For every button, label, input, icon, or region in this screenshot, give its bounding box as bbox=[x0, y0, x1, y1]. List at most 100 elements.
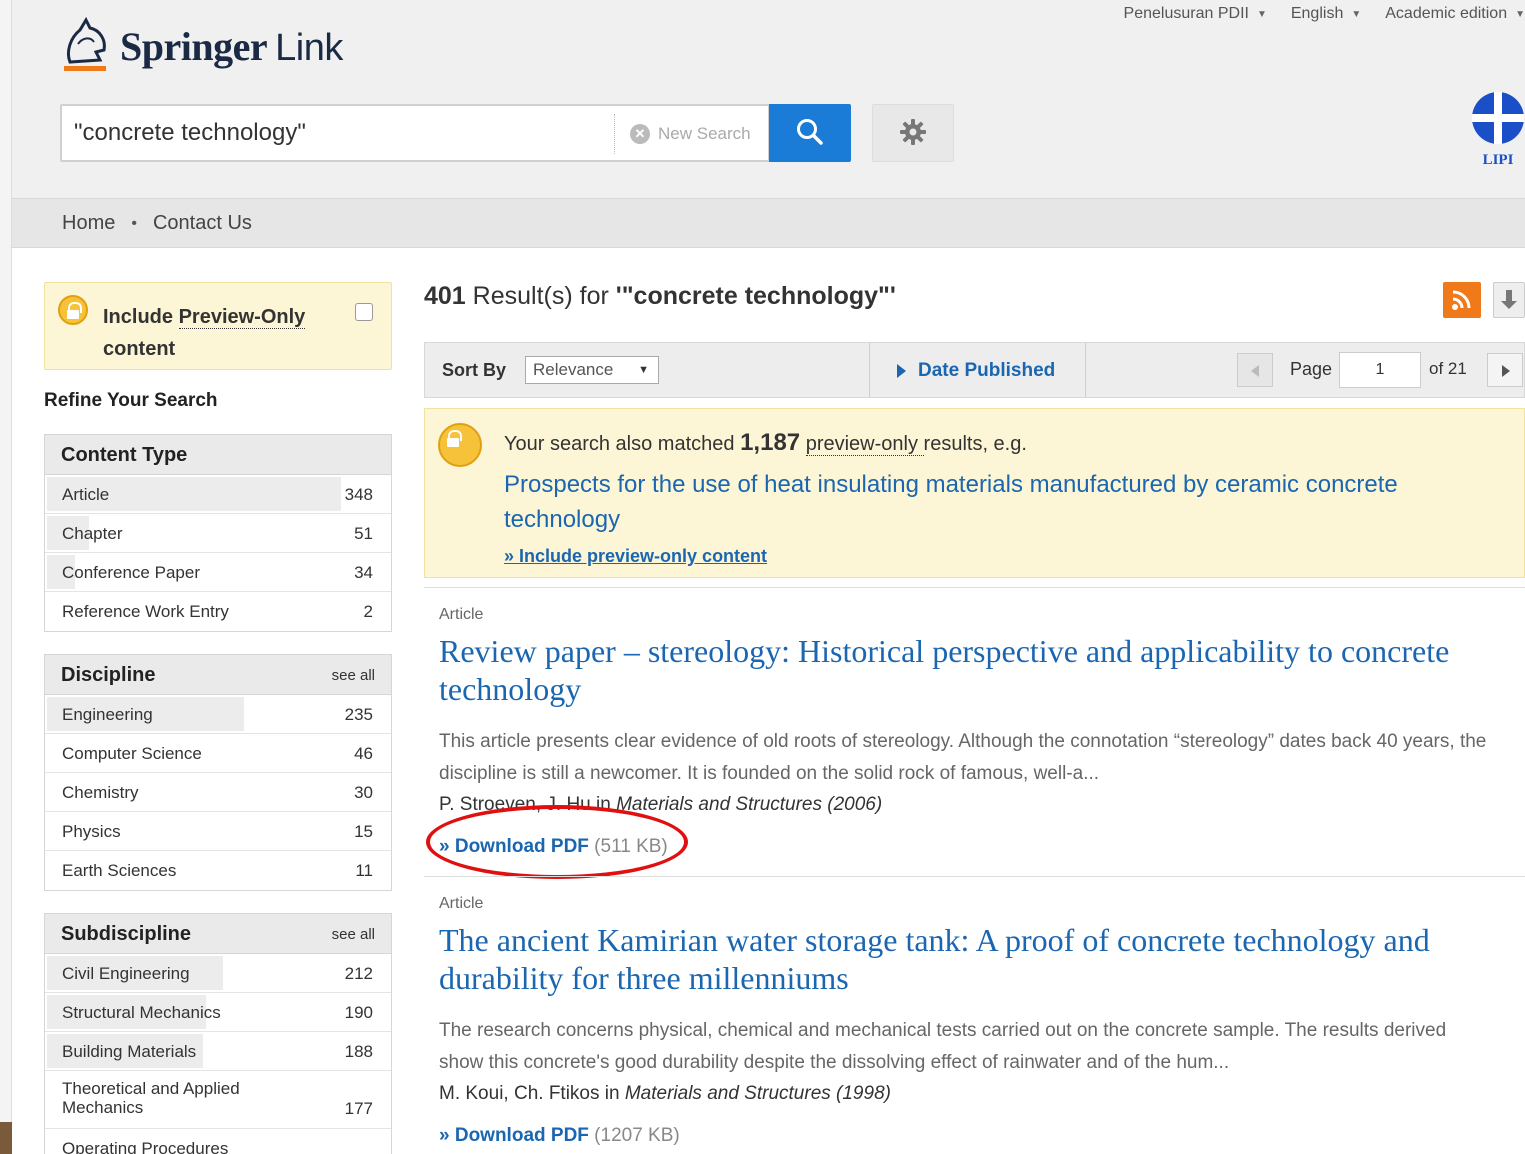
nav-contact-us[interactable]: Contact Us bbox=[153, 212, 252, 235]
result-title-link[interactable]: Review paper – stereology: Historical pe… bbox=[439, 632, 1489, 708]
preview-only-match-box: Your search also matched 1,187 preview-o… bbox=[424, 408, 1525, 578]
facet-content-type: Content Type Article 348 Chapter 51 Confer… bbox=[44, 434, 392, 632]
facet-subdiscipline: Subdiscipline see all Civil Engineering 21… bbox=[44, 913, 392, 1154]
facet-count: 348 bbox=[344, 485, 373, 504]
facet-item-conference-paper[interactable]: Conference Paper 34 bbox=[45, 553, 391, 592]
rss-button[interactable] bbox=[1443, 282, 1481, 318]
window-left-edge bbox=[0, 0, 12, 1154]
include-preview-toggle-box: Include Preview-Only content bbox=[44, 282, 392, 370]
download-pdf-link[interactable]: » Download PDF bbox=[439, 1125, 589, 1146]
result-journal[interactable]: Materials and Structures (1998) bbox=[625, 1083, 891, 1104]
see-all-link[interactable]: see all bbox=[332, 926, 375, 943]
logo-main: Springer bbox=[120, 23, 268, 69]
facet-name: Chapter bbox=[62, 524, 123, 543]
preview-match-prefix: Your search also matched bbox=[504, 433, 741, 455]
result-journal[interactable]: Materials and Structures (2006) bbox=[616, 794, 882, 815]
facet-item-article[interactable]: Article 348 bbox=[45, 475, 391, 514]
lipi-logo: LIPI bbox=[1468, 90, 1525, 170]
facet-item-computer-science[interactable]: Computer Science 46 bbox=[45, 734, 391, 773]
institution-menu[interactable]: Penelusuran PDII ▼ bbox=[1124, 5, 1267, 23]
facet-count: 46 bbox=[354, 744, 373, 763]
page-total: of 21 bbox=[1429, 359, 1467, 378]
results-count: 401 bbox=[424, 282, 466, 310]
result-snippet: This article presents clear evidence of … bbox=[439, 731, 1487, 784]
springer-logo[interactable]: Springer Link bbox=[60, 16, 343, 76]
chevron-down-icon: ▼ bbox=[1256, 8, 1267, 20]
download-results-button[interactable] bbox=[1493, 282, 1525, 318]
search-input[interactable] bbox=[74, 118, 594, 148]
see-all-link[interactable]: see all bbox=[332, 667, 375, 684]
preview-match-suffix: results, e.g. bbox=[923, 433, 1027, 455]
nav-home[interactable]: Home bbox=[62, 212, 115, 235]
clear-icon: ✕ bbox=[630, 124, 650, 144]
preview-label-suffix: content bbox=[103, 338, 176, 360]
facet-item-civil-engineering[interactable]: Civil Engineering 212 bbox=[45, 954, 391, 993]
edition-menu[interactable]: Academic edition ▼ bbox=[1385, 5, 1525, 23]
lipi-emblem-icon: LIPI bbox=[1472, 92, 1524, 168]
facet-count: 188 bbox=[344, 1042, 373, 1061]
prev-page-button[interactable] bbox=[1237, 353, 1273, 387]
facet-item-chapter[interactable]: Chapter 51 bbox=[45, 514, 391, 553]
arrow-left-icon bbox=[1251, 365, 1259, 377]
horse-head-icon bbox=[64, 16, 106, 71]
new-search-label: New Search bbox=[658, 124, 751, 143]
facet-item-physics[interactable]: Physics 15 bbox=[45, 812, 391, 851]
search-box: ✕ New Search bbox=[60, 104, 770, 162]
page-number-input[interactable] bbox=[1339, 352, 1421, 388]
facet-item-building-materials[interactable]: Building Materials 188 bbox=[45, 1032, 391, 1071]
edition-label: Academic edition bbox=[1385, 5, 1508, 22]
facet-item-structural-mechanics[interactable]: Structural Mechanics 190 bbox=[45, 993, 391, 1032]
date-published-label: Date Published bbox=[918, 360, 1056, 381]
preview-match-text: Your search also matched 1,187 preview-o… bbox=[504, 429, 1027, 457]
include-preview-link[interactable]: » Include preview-only content bbox=[504, 546, 767, 567]
language-label: English bbox=[1290, 5, 1344, 22]
facet-count: 30 bbox=[354, 783, 373, 802]
sort-select[interactable]: Relevance ▼ bbox=[525, 356, 659, 384]
triangle-right-icon bbox=[897, 364, 906, 378]
settings-button[interactable] bbox=[872, 104, 954, 162]
facet-name: Structural Mechanics bbox=[62, 1003, 221, 1022]
preview-only-term[interactable]: preview-only bbox=[805, 433, 924, 456]
preview-only-term[interactable]: Preview-Only bbox=[178, 306, 306, 329]
include-preview-label: Include Preview-Only content bbox=[103, 301, 343, 365]
facet-header: Discipline see all bbox=[45, 655, 391, 695]
facet-header: Content Type bbox=[45, 435, 391, 475]
facet-name: Article bbox=[62, 485, 110, 504]
nav-separator: • bbox=[131, 214, 137, 232]
facet-item-reference-work-entry[interactable]: Reference Work Entry 2 bbox=[45, 592, 391, 631]
logo-text: Springer Link bbox=[120, 23, 343, 70]
date-published-toggle[interactable]: Date Published bbox=[897, 360, 1055, 382]
facet-name: Conference Paper bbox=[62, 563, 200, 582]
sort-toolbar: Sort By Relevance ▼ Date Published Page o… bbox=[424, 342, 1525, 398]
download-arrow-icon bbox=[1501, 290, 1517, 309]
facet-item-earth-sciences[interactable]: Earth Sciences 11 bbox=[45, 851, 391, 890]
facet-name: Earth Sciences bbox=[62, 861, 177, 880]
page-label: Page bbox=[1290, 359, 1333, 379]
next-page-button[interactable] bbox=[1487, 353, 1523, 387]
institution-label: Penelusuran PDII bbox=[1123, 5, 1249, 22]
sort-select-value: Relevance bbox=[533, 360, 614, 379]
preview-example-link[interactable]: Prospects for the use of heat insulating… bbox=[504, 467, 1404, 537]
highlight-annotation-ellipse bbox=[426, 805, 688, 879]
new-search-button[interactable]: ✕ New Search bbox=[630, 124, 751, 144]
rss-icon bbox=[1452, 290, 1471, 310]
facet-title: Content Type bbox=[61, 444, 188, 466]
result-author-names[interactable]: M. Koui, Ch. Ftikos in bbox=[439, 1083, 625, 1104]
result-item: Article The ancient Kamirian water stora… bbox=[439, 895, 1489, 1147]
result-title-link[interactable]: The ancient Kamirian water storage tank:… bbox=[439, 921, 1489, 997]
facet-count: 51 bbox=[354, 524, 373, 543]
search-icon bbox=[797, 118, 823, 145]
language-menu[interactable]: English ▼ bbox=[1291, 5, 1361, 23]
facet-item-chemistry[interactable]: Chemistry 30 bbox=[45, 773, 391, 812]
result-type: Article bbox=[439, 606, 484, 623]
results-divider bbox=[424, 876, 1525, 877]
gear-icon bbox=[900, 118, 926, 145]
facet-item-theoretical-applied-mechanics[interactable]: Theoretical and Applied Mechanics 177 bbox=[45, 1071, 391, 1129]
include-preview-checkbox[interactable] bbox=[355, 303, 373, 321]
result-authors: M. Koui, Ch. Ftikos in Materials and Str… bbox=[439, 1083, 1489, 1105]
facet-item-engineering[interactable]: Engineering 235 bbox=[45, 695, 391, 734]
search-button[interactable] bbox=[769, 104, 851, 162]
arrow-right-icon bbox=[1502, 365, 1510, 377]
facet-count: 177 bbox=[344, 1099, 373, 1118]
facet-item-operating-procedures[interactable]: Operating Procedures bbox=[45, 1129, 391, 1154]
